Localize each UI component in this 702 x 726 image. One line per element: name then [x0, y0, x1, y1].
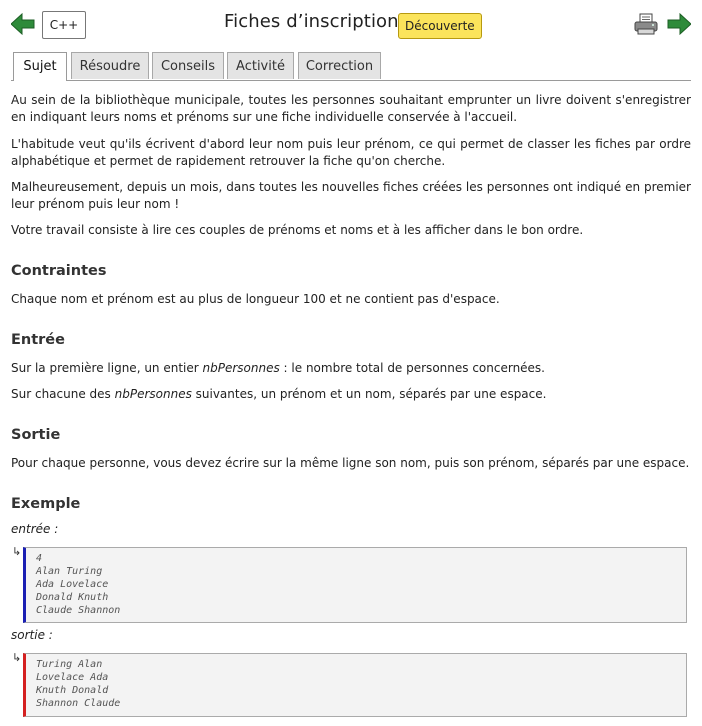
statement-paragraph-2: L'habitude veut qu'ils écrivent d'abord …: [11, 137, 691, 168]
code-line: 4: [36, 553, 43, 564]
statement-paragraph-3: Malheureusement, depuis un mois, dans to…: [11, 180, 691, 211]
example-input-label: entrée :: [11, 522, 59, 536]
back-arrow-icon[interactable]: [11, 13, 35, 35]
input-heading: Entrée: [11, 332, 65, 348]
print-icon[interactable]: [634, 12, 658, 36]
nbpersonnes-var: nbPersonnes: [114, 387, 192, 401]
constraints-text: Chaque nom et prénom est au plus de long…: [11, 292, 500, 306]
example-heading: Exemple: [11, 496, 81, 512]
tab-sujet[interactable]: Sujet: [13, 52, 67, 81]
return-arrow-icon: ↳: [12, 545, 22, 558]
tab-activite[interactable]: Activité: [227, 52, 294, 79]
example-output-box: Turing Alan Lovelace Ada Knuth Donald Sh…: [23, 653, 687, 717]
output-heading: Sortie: [11, 427, 61, 443]
tab-correction[interactable]: Correction: [298, 52, 381, 79]
next-arrow-icon[interactable]: [667, 13, 691, 35]
code-line: Lovelace Ada: [36, 672, 109, 683]
level-badge: Découverte: [398, 13, 482, 39]
input-line-2: Sur chacune des nbPersonnes suivantes, u…: [11, 387, 547, 401]
input-line-1: Sur la première ligne, un entier nbPerso…: [11, 361, 545, 375]
code-line: Knuth Donald: [36, 685, 109, 696]
tab-conseils[interactable]: Conseils: [152, 52, 224, 79]
code-line: Alan Turing: [36, 566, 103, 577]
code-line: Ada Lovelace: [36, 579, 109, 590]
code-line: Shannon Claude: [36, 698, 121, 709]
statement-paragraph-4: Votre travail consiste à lire ces couple…: [11, 223, 584, 237]
constraints-heading: Contraintes: [11, 263, 107, 279]
page-title: Fiches d’inscription: [224, 11, 399, 32]
code-line: Donald Knuth: [36, 592, 109, 603]
code-line: Turing Alan: [36, 659, 103, 670]
statement-paragraph-1: Au sein de la bibliothèque municipale, t…: [11, 93, 691, 124]
language-selector[interactable]: C++: [42, 11, 86, 39]
example-input-box: 4 Alan Turing Ada Lovelace Donald Knuth …: [23, 547, 687, 623]
header-bar: C++ Fiches d’inscription Découverte: [0, 0, 702, 50]
code-line: Claude Shannon: [36, 605, 121, 616]
output-text: Pour chaque personne, vous devez écrire …: [11, 456, 690, 470]
example-output-label: sortie :: [11, 628, 53, 642]
tab-bar: Sujet Résoudre Conseils Activité Correct…: [11, 52, 691, 81]
nbpersonnes-var: nbPersonnes: [202, 361, 280, 375]
return-arrow-icon: ↳: [12, 651, 22, 664]
tab-resoudre[interactable]: Résoudre: [71, 52, 149, 79]
